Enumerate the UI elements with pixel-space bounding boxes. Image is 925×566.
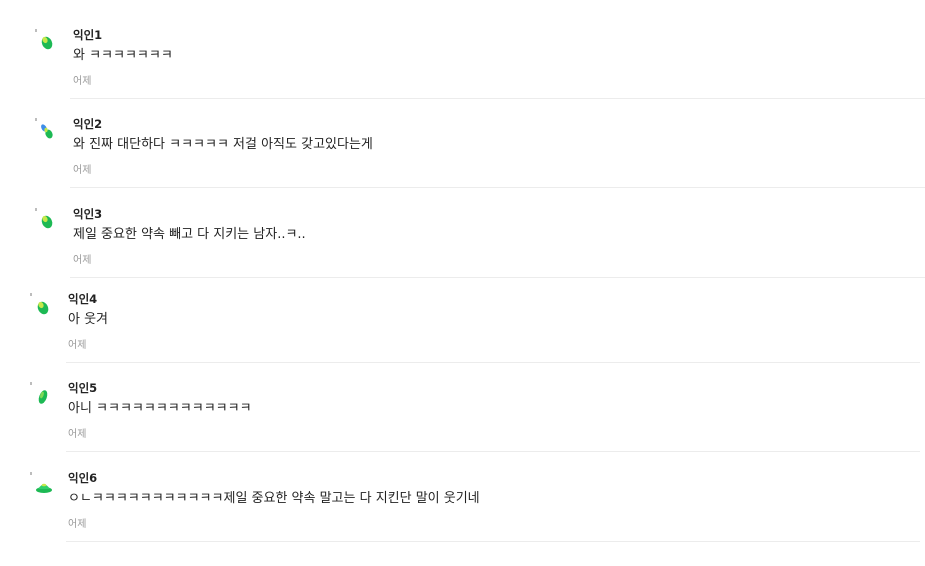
comment-divider xyxy=(66,362,920,363)
comment-timestamp: 어제 xyxy=(73,76,92,87)
green-hat-icon[interactable] xyxy=(28,471,52,495)
comment-author[interactable]: 익인6 xyxy=(68,471,97,485)
comment-author[interactable]: 익인1 xyxy=(73,28,102,42)
comment-author[interactable]: 익인5 xyxy=(68,381,97,395)
comment-divider xyxy=(70,98,925,99)
comment-timestamp: 어제 xyxy=(68,429,87,440)
green-leaf-icon[interactable] xyxy=(33,28,57,52)
green-leaf-icon[interactable] xyxy=(28,381,52,405)
comment-author[interactable]: 익인3 xyxy=(73,207,102,221)
green-leaf-icon[interactable] xyxy=(28,292,52,316)
green-leaf-icon[interactable] xyxy=(33,207,57,231)
comment-author[interactable]: 익인2 xyxy=(73,117,102,131)
comment-divider xyxy=(70,187,925,188)
comment-divider xyxy=(66,541,920,542)
comment-timestamp: 어제 xyxy=(68,340,87,351)
comment-timestamp: 어제 xyxy=(73,165,92,176)
comment-timestamp: 어제 xyxy=(73,255,92,266)
comment-text: 와 진짜 대단하다 ㅋㅋㅋㅋㅋ 저걸 아직도 갖고있다는게 xyxy=(73,137,373,152)
comment-author[interactable]: 익인4 xyxy=(68,292,97,306)
comment-timestamp: 어제 xyxy=(68,519,87,530)
green-sprout-icon[interactable] xyxy=(33,117,57,141)
comment-text: 와 ㅋㅋㅋㅋㅋㅋㅋ xyxy=(73,48,173,63)
comment-text: ㅇㄴㅋㅋㅋㅋㅋㅋㅋㅋㅋㅋㅋ제일 중요한 약속 말고는 다 지킨단 말이 웃기네 xyxy=(68,491,480,506)
comment-list: 익인1 와 ㅋㅋㅋㅋㅋㅋㅋ 어제 익인2 와 진짜 대단하다 ㅋㅋㅋㅋㅋ 저걸 … xyxy=(0,0,925,566)
comment-divider xyxy=(66,451,920,452)
comment-text: 아 웃겨 xyxy=(68,312,109,327)
comment-text: 제일 중요한 약속 빼고 다 지키는 남자..ㅋ.. xyxy=(73,227,306,242)
comment-divider xyxy=(70,277,925,278)
comment-text: 아니 ㅋㅋㅋㅋㅋㅋㅋㅋㅋㅋㅋㅋㅋ xyxy=(68,401,252,416)
